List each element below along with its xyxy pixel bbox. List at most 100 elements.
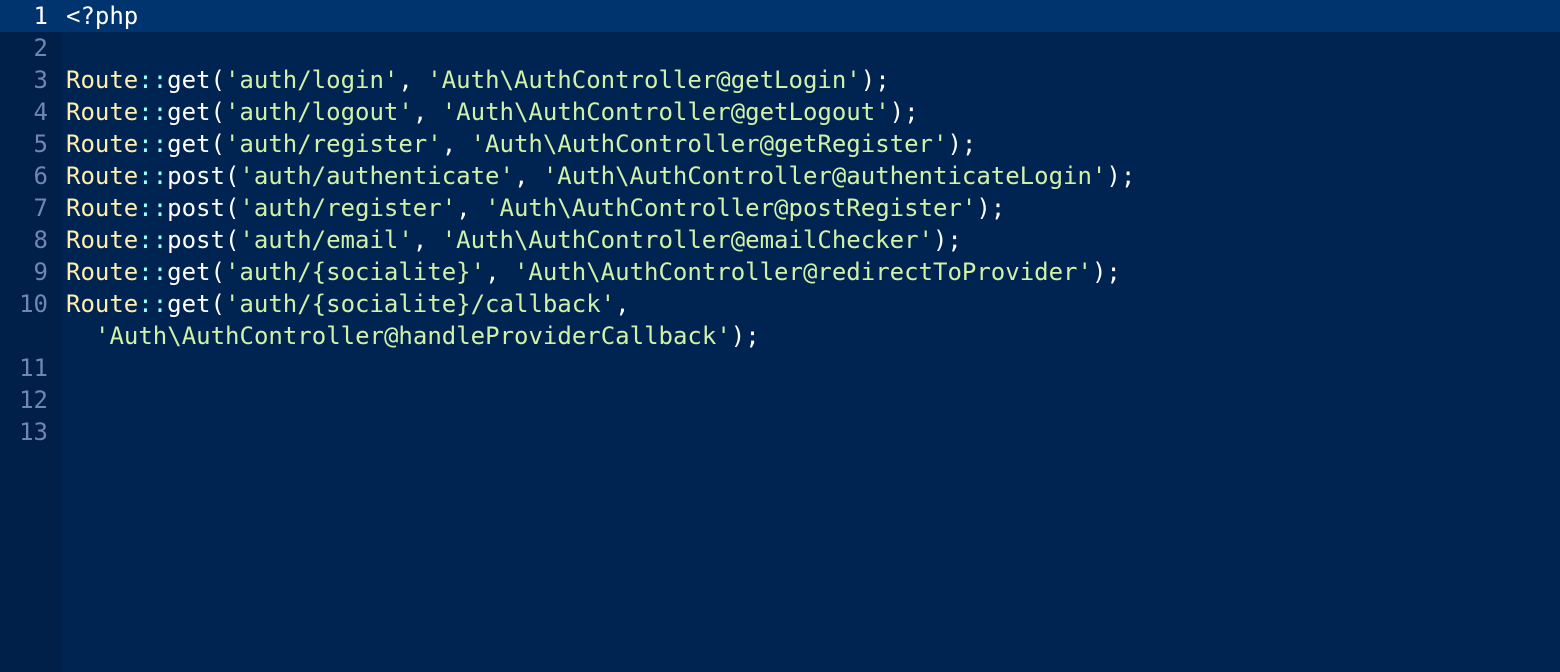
controller-action-string: 'Auth\AuthController@redirectToProvider' xyxy=(513,258,1092,286)
code-line[interactable]: 2 xyxy=(0,32,1560,64)
controller-action-string: 'Auth\AuthController@getRegister' xyxy=(470,130,948,158)
close-paren-semicolon: ); xyxy=(730,322,760,350)
scope-operator: :: xyxy=(138,66,168,94)
open-paren: ( xyxy=(210,290,225,318)
line-content[interactable]: Route::post('auth/register', 'Auth\AuthC… xyxy=(66,192,1005,224)
class-name: Route xyxy=(66,290,139,318)
controller-action-string: 'Auth\AuthController@getLogin' xyxy=(427,66,861,94)
class-name: Route xyxy=(66,66,139,94)
line-number: 2 xyxy=(33,34,48,62)
controller-action-string: 'Auth\AuthController@getLogout' xyxy=(441,98,890,126)
comma: , xyxy=(412,226,442,254)
close-paren-semicolon: ); xyxy=(932,226,962,254)
code-line[interactable]: 8 Route::post('auth/email', 'Auth\AuthCo… xyxy=(0,224,1560,256)
code-lines[interactable]: 1 <?php 2 3 Route::get('auth/login', 'Au… xyxy=(0,0,1560,448)
class-name: Route xyxy=(66,194,139,222)
method-name: get xyxy=(167,98,211,126)
open-paren: ( xyxy=(224,226,240,254)
class-name: Route xyxy=(66,130,139,158)
controller-action-string: 'Auth\AuthController@authenticateLogin' xyxy=(542,162,1107,190)
comma: , xyxy=(513,162,543,190)
route-path-string: 'auth/authenticate' xyxy=(239,162,514,190)
line-content[interactable]: Route::post('auth/authenticate', 'Auth\A… xyxy=(66,160,1135,192)
line-content[interactable]: Route::get('auth/{socialite}/callback', xyxy=(66,288,630,320)
route-path-string: 'auth/register' xyxy=(239,194,457,222)
method-name: post xyxy=(167,162,225,190)
close-paren-semicolon: ); xyxy=(1106,162,1136,190)
line-content[interactable]: <?php xyxy=(66,0,138,32)
comma: , xyxy=(398,66,428,94)
open-paren: ( xyxy=(224,194,240,222)
class-name: Route xyxy=(66,226,139,254)
route-path-string: 'auth/login' xyxy=(224,66,399,94)
comma: , xyxy=(412,98,442,126)
route-path-string: 'auth/{socialite}' xyxy=(224,258,486,286)
code-line[interactable]: 5 Route::get('auth/register', 'Auth\Auth… xyxy=(0,128,1560,160)
code-line[interactable]: 13 xyxy=(0,416,1560,448)
line-number: 5 xyxy=(33,130,48,158)
line-number: 13 xyxy=(19,418,48,446)
comma: , xyxy=(441,130,471,158)
comma: , xyxy=(456,194,486,222)
close-paren-semicolon: ); xyxy=(860,66,890,94)
method-name: get xyxy=(167,290,211,318)
scope-operator: :: xyxy=(138,130,168,158)
scope-operator: :: xyxy=(138,98,168,126)
line-content-continuation[interactable]: 'Auth\AuthController@handleProviderCallb… xyxy=(95,320,760,352)
open-paren: ( xyxy=(210,130,225,158)
line-number: 8 xyxy=(33,226,48,254)
code-line[interactable]: 11 xyxy=(0,352,1560,384)
method-name: post xyxy=(167,194,225,222)
line-content[interactable]: Route::get('auth/login', 'Auth\AuthContr… xyxy=(66,64,890,96)
php-open-tag: <?php xyxy=(66,2,139,30)
scope-operator: :: xyxy=(138,258,168,286)
code-line[interactable]: 7 Route::post('auth/register', 'Auth\Aut… xyxy=(0,192,1560,224)
route-path-string: 'auth/email' xyxy=(239,226,413,254)
code-line[interactable]: 3 Route::get('auth/login', 'Auth\AuthCon… xyxy=(0,64,1560,96)
code-line[interactable]: 4 Route::get('auth/logout', 'Auth\AuthCo… xyxy=(0,96,1560,128)
open-paren: ( xyxy=(224,162,240,190)
line-number: 1 xyxy=(33,2,48,30)
code-line[interactable]: 1 <?php xyxy=(0,0,1560,32)
line-number: 3 xyxy=(33,66,48,94)
line-content[interactable]: Route::post('auth/email', 'Auth\AuthCont… xyxy=(66,224,962,256)
line-content[interactable]: Route::get('auth/{socialite}', 'Auth\Aut… xyxy=(66,256,1121,288)
close-paren-semicolon: ); xyxy=(1091,258,1121,286)
open-paren: ( xyxy=(210,66,225,94)
class-name: Route xyxy=(66,162,139,190)
line-number: 4 xyxy=(33,98,48,126)
route-path-string: 'auth/{socialite}/callback' xyxy=(224,290,616,318)
line-number: 6 xyxy=(33,162,48,190)
controller-action-string: 'Auth\AuthController@handleProviderCallb… xyxy=(95,322,731,350)
method-name: get xyxy=(167,258,211,286)
code-line[interactable]: 6 Route::post('auth/authenticate', 'Auth… xyxy=(0,160,1560,192)
line-number: 7 xyxy=(33,194,48,222)
method-name: get xyxy=(167,130,211,158)
line-content[interactable]: Route::get('auth/register', 'Auth\AuthCo… xyxy=(66,128,976,160)
scope-operator: :: xyxy=(138,290,168,318)
class-name: Route xyxy=(66,98,139,126)
comma: , xyxy=(615,290,630,318)
code-editor[interactable]: 1 <?php 2 3 Route::get('auth/login', 'Au… xyxy=(0,0,1560,672)
scope-operator: :: xyxy=(138,194,168,222)
line-number: 11 xyxy=(19,354,48,382)
open-paren: ( xyxy=(210,98,225,126)
code-line-wrapped[interactable]: 10 Route::get('auth/{socialite}/callback… xyxy=(0,288,1560,352)
line-number: 10 xyxy=(19,290,48,318)
scope-operator: :: xyxy=(138,226,168,254)
class-name: Route xyxy=(66,258,139,286)
line-number: 9 xyxy=(33,258,48,286)
close-paren-semicolon: ); xyxy=(889,98,919,126)
open-paren: ( xyxy=(210,258,225,286)
method-name: get xyxy=(167,66,211,94)
comma: , xyxy=(485,258,514,286)
route-path-string: 'auth/register' xyxy=(224,130,442,158)
code-line[interactable]: 12 xyxy=(0,384,1560,416)
code-line[interactable]: 9 Route::get('auth/{socialite}', 'Auth\A… xyxy=(0,256,1560,288)
controller-action-string: 'Auth\AuthController@postRegister' xyxy=(485,194,977,222)
scope-operator: :: xyxy=(138,162,168,190)
close-paren-semicolon: ); xyxy=(947,130,977,158)
line-number: 12 xyxy=(19,386,48,414)
controller-action-string: 'Auth\AuthController@emailChecker' xyxy=(441,226,933,254)
line-content[interactable]: Route::get('auth/logout', 'Auth\AuthCont… xyxy=(66,96,919,128)
